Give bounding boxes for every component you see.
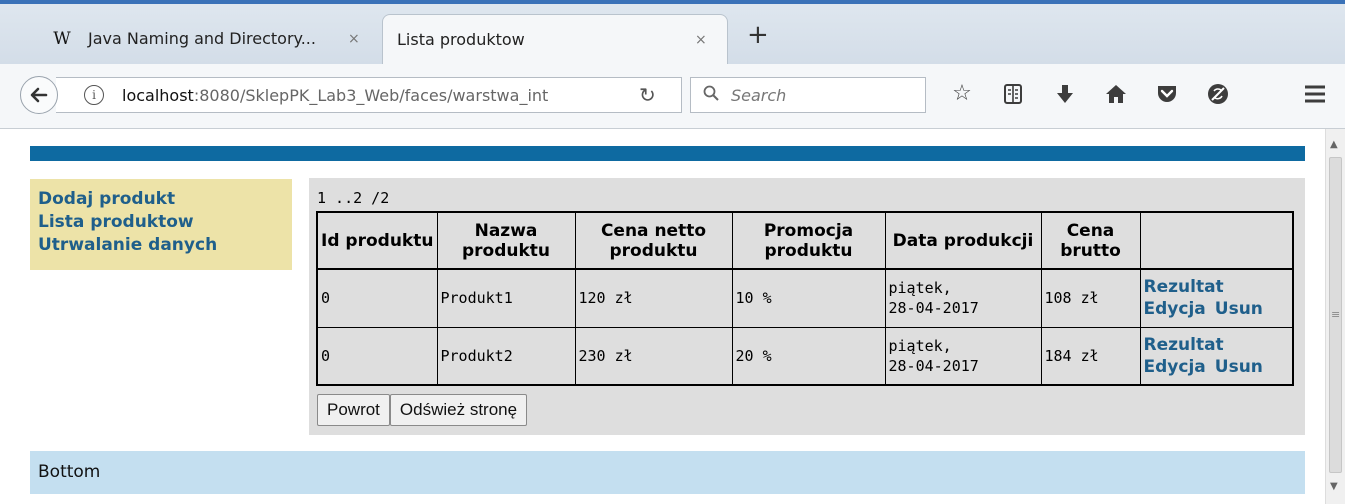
hamburger-menu-icon[interactable] [1300,80,1330,112]
button-row: Powrot Odśwież stronę [317,394,528,426]
url-bar[interactable]: i localhost:8080/SklepPK_Lab3_Web/faces/… [56,77,682,113]
pocket-icon[interactable] [1152,80,1182,112]
grip-icon: ≡ [1331,308,1341,321]
cell-actions: Rezultat Edycja Usun [1139,326,1294,386]
tab-jndi[interactable]: W Java Naming and Directory... × [38,14,378,64]
search-bar[interactable]: Search [690,77,926,113]
header-promotion: Promocja produktu [731,211,886,270]
search-icon [703,85,719,106]
edit-link[interactable]: Edycja [1144,299,1206,319]
url-path: :8080/SklepPK_Lab3_Web/faces/warstwa_int [193,86,549,105]
back-button[interactable] [20,76,58,114]
bookmark-star-icon[interactable]: ☆ [947,80,977,108]
back-page-button[interactable]: Powrot [317,394,390,426]
footer-bar: Bottom [30,451,1305,494]
edit-link[interactable]: Edycja [1144,357,1206,377]
menu-link-utrwalanie-danych[interactable]: Utrwalanie danych [30,234,292,257]
url-host: localhost [122,86,194,105]
cell-gross-price: 184 zł [1040,326,1141,386]
url-text[interactable]: localhost:8080/SklepPK_Lab3_Web/faces/wa… [122,86,548,106]
table-row: 0 Produkt2 230 zł 20 % piątek, 28-04-2017… [316,326,1294,386]
tab-title: Lista produktow [397,30,525,49]
pager: 1 ..2 /2 [317,189,390,207]
content-panel: 1 ..2 /2 Id produktu Nazwa produktu Cena… [309,178,1305,435]
reload-icon[interactable]: ↻ [639,83,656,107]
tab-strip: W Java Naming and Directory... × Lista p… [0,0,1345,65]
header-band [30,146,1305,161]
tab-lista-produktow[interactable]: Lista produktow × [382,14,728,64]
close-icon[interactable]: × [348,29,360,49]
delete-link[interactable]: Usun [1215,357,1263,377]
cell-production-date: piątek, 28-04-2017 [884,268,1042,328]
side-menu: Dodaj produkt Lista produktow Utrwalanie… [30,179,292,270]
scrollbar-thumb[interactable]: ≡ [1329,157,1342,473]
cell-promotion: 20 % [731,326,886,386]
cell-name: Produkt1 [436,268,576,328]
cell-actions: Rezultat Edycja Usun [1139,268,1294,328]
search-input[interactable]: Search [731,86,786,105]
cell-id: 0 [316,268,438,328]
wikipedia-icon: W [53,29,71,49]
cell-production-date: piątek, 28-04-2017 [884,326,1042,386]
cell-gross-price: 108 zł [1040,268,1141,328]
date-day: piątek, [888,336,952,355]
header-gross-price: Cena brutto [1040,211,1141,270]
cell-net-price: 230 zł [574,326,733,386]
result-link[interactable]: Rezultat [1144,335,1224,355]
header-production-date: Data produkcji [884,211,1042,270]
close-icon[interactable]: × [695,30,707,50]
cell-name: Produkt2 [436,326,576,386]
info-icon[interactable]: i [84,85,104,105]
downloads-icon[interactable] [1050,80,1080,113]
home-icon[interactable] [1101,80,1131,113]
date-value: 28-04-2017 [888,356,979,375]
result-link[interactable]: Rezultat [1144,277,1224,297]
cell-net-price: 120 zł [574,268,733,328]
page-viewport: Dodaj produkt Lista produktow Utrwalanie… [0,129,1325,504]
table-header-row: Id produktu Nazwa produktu Cena netto pr… [316,211,1294,270]
navigation-bar: i localhost:8080/SklepPK_Lab3_Web/faces/… [0,64,1345,129]
reading-list-icon[interactable] [998,80,1028,113]
table-row: 0 Produkt1 120 zł 10 % piątek, 28-04-2017… [316,268,1294,328]
scroll-up-icon[interactable]: ▲ [1330,139,1338,150]
cell-promotion: 10 % [731,268,886,328]
date-value: 28-04-2017 [888,299,979,318]
date-day: piątek, [888,279,952,298]
menu-link-lista-produktow[interactable]: Lista produktow [30,211,292,234]
header-name: Nazwa produktu [436,211,576,270]
tab-title: Java Naming and Directory... [88,29,316,48]
scroll-down-icon[interactable]: ▼ [1330,481,1338,492]
vertical-scrollbar[interactable]: ▲ ≡ ▼ [1325,129,1345,504]
menu-link-dodaj-produkt[interactable]: Dodaj produkt [30,188,292,211]
products-table: Id produktu Nazwa produktu Cena netto pr… [316,211,1294,386]
refresh-page-button[interactable]: Odśwież stronę [389,394,528,426]
header-net-price: Cena netto produktu [574,211,733,270]
window-border [0,0,1345,4]
delete-link[interactable]: Usun [1215,299,1263,319]
back-arrow-icon [30,87,48,103]
cell-id: 0 [316,326,438,386]
header-id: Id produktu [316,211,438,270]
tracking-protection-icon[interactable] [1203,80,1233,114]
new-tab-button[interactable]: + [747,22,769,48]
header-actions [1139,211,1294,270]
